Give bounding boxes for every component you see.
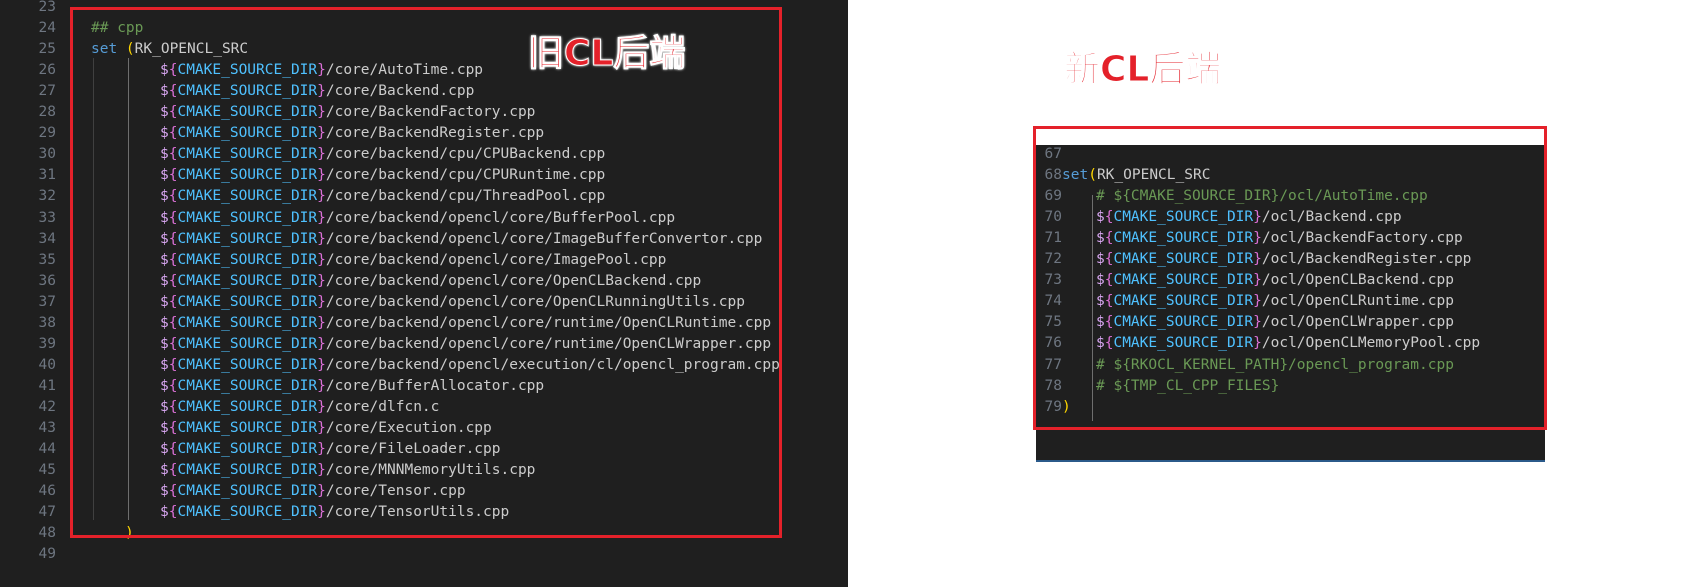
code-line[interactable]: 49 bbox=[0, 543, 848, 565]
line-number: 39 bbox=[38, 335, 56, 352]
line-number: 32 bbox=[38, 188, 56, 205]
line-number: 43 bbox=[38, 420, 56, 436]
line-number: 41 bbox=[38, 377, 56, 394]
line-number: 33 bbox=[38, 209, 56, 226]
line-number: 47 bbox=[38, 504, 56, 521]
line-number: 45 bbox=[38, 462, 56, 479]
line-number: 30 bbox=[38, 146, 56, 163]
line-number: 25 bbox=[38, 41, 56, 58]
line-number: 40 bbox=[38, 356, 56, 373]
new-backend-highlight-box bbox=[1033, 126, 1547, 430]
line-number: 31 bbox=[38, 167, 56, 184]
old-backend-label: 旧CL后端 bbox=[527, 33, 686, 75]
line-number: 48 bbox=[38, 525, 56, 542]
line-number: 28 bbox=[38, 104, 56, 121]
new-backend-label: 新CL后端 bbox=[1063, 49, 1222, 91]
line-number: 38 bbox=[38, 314, 56, 331]
line-number: 29 bbox=[38, 125, 56, 142]
line-number: 36 bbox=[38, 272, 56, 289]
line-number: 44 bbox=[38, 441, 56, 458]
line-number: 26 bbox=[38, 62, 56, 79]
line-number: 27 bbox=[38, 83, 56, 100]
line-number: 46 bbox=[38, 483, 56, 500]
line-number: 37 bbox=[38, 293, 56, 310]
line-number: 24 bbox=[38, 20, 56, 37]
line-number: 34 bbox=[38, 230, 56, 247]
line-number: 23 bbox=[38, 0, 56, 15]
line-number: 49 bbox=[38, 546, 56, 563]
line-number: 42 bbox=[38, 398, 56, 415]
old-backend-highlight-box bbox=[70, 7, 782, 538]
line-number: 35 bbox=[38, 251, 56, 268]
